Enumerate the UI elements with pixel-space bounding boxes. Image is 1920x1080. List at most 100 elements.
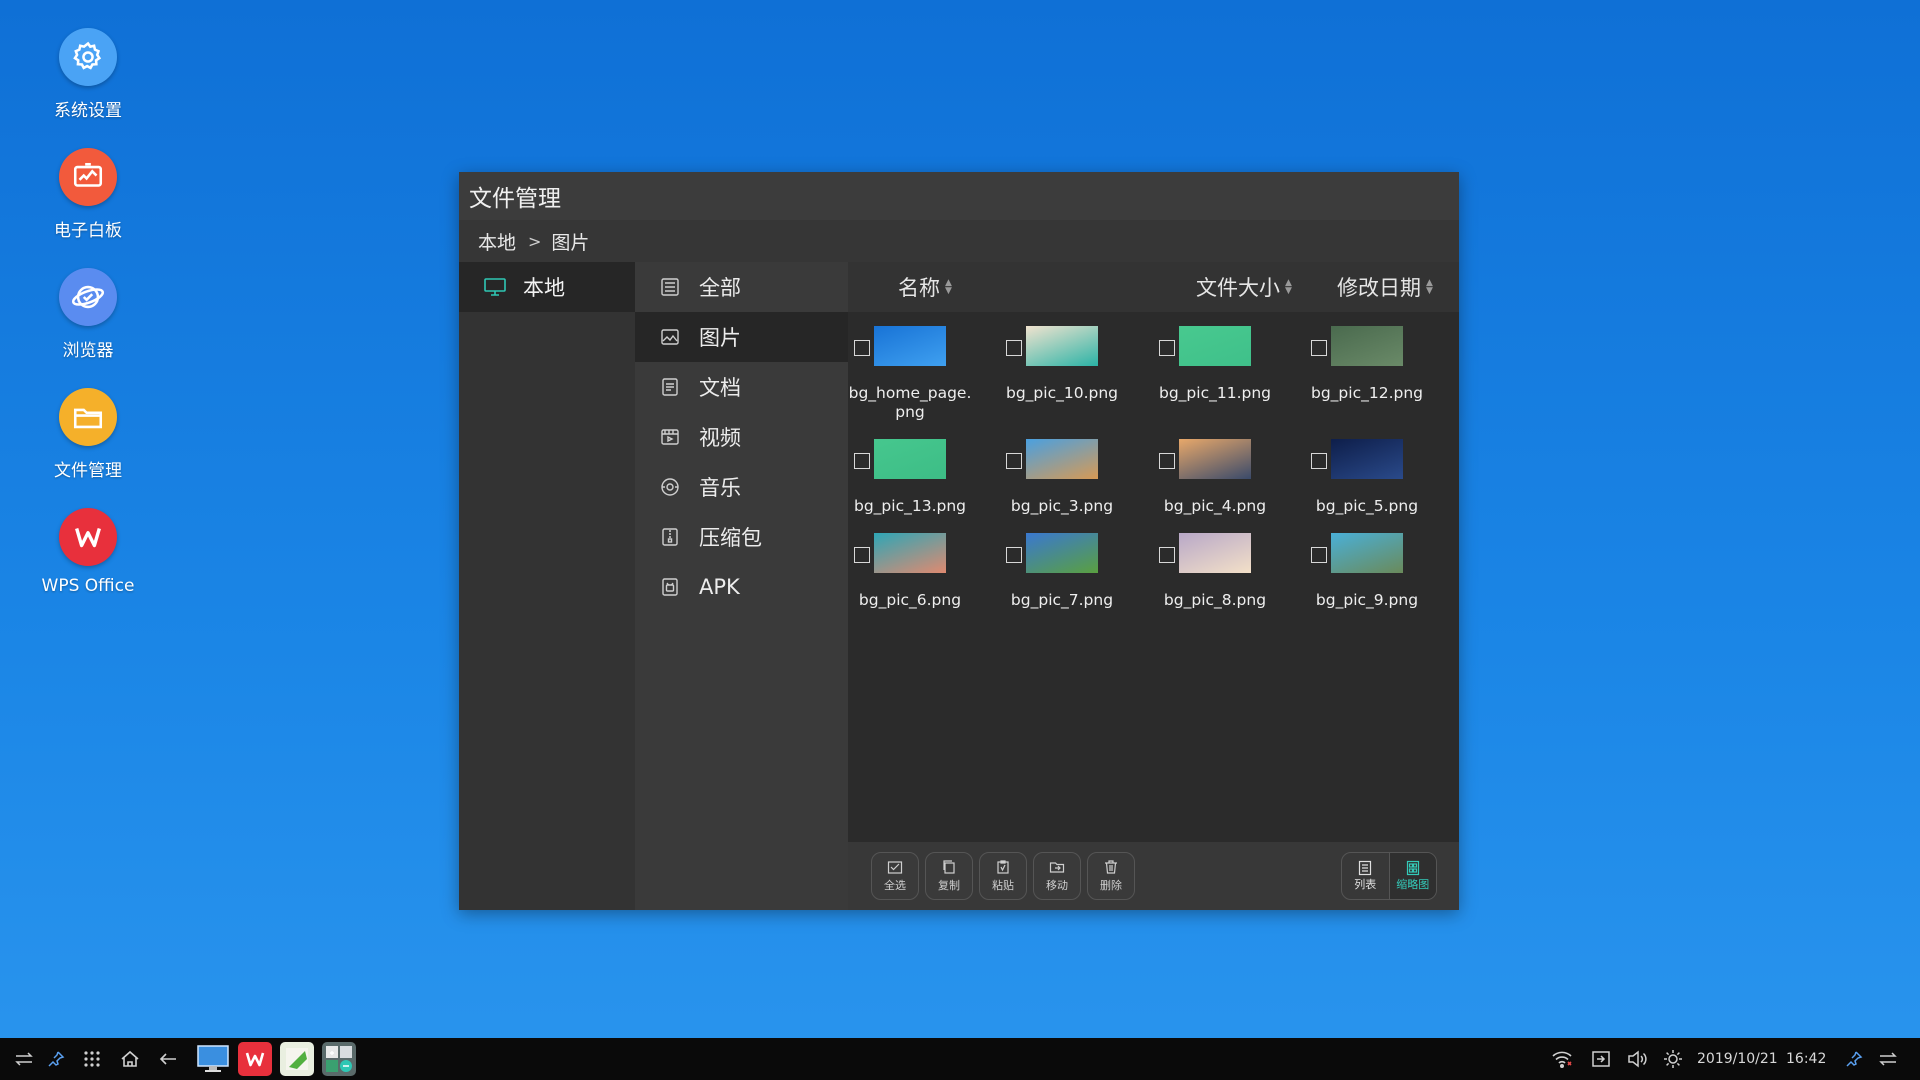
column-size-label: 文件大小 xyxy=(1196,276,1280,300)
paste-button[interactable]: 粘贴 xyxy=(979,852,1027,900)
desktop-item-settings[interactable]: 系统设置 xyxy=(40,28,136,148)
file-tile[interactable]: bg_pic_10.png xyxy=(1000,312,1152,412)
wifi-icon[interactable] xyxy=(1546,1038,1578,1080)
list-view-button[interactable]: 列表 xyxy=(1342,853,1389,899)
file-checkbox[interactable] xyxy=(1006,340,1022,356)
back-arrow-icon[interactable] xyxy=(152,1038,184,1080)
file-tile[interactable]: bg_pic_11.png xyxy=(1153,312,1305,412)
breadcrumb-root[interactable]: 本地 xyxy=(478,228,516,255)
file-name: bg_pic_3.png xyxy=(1010,497,1114,515)
time-text: 16:42 xyxy=(1786,1051,1827,1067)
file-checkbox[interactable] xyxy=(1311,340,1327,356)
window-title: 文件管理 xyxy=(469,186,561,212)
calculator-icon[interactable] xyxy=(322,1042,356,1076)
column-date-header[interactable]: 修改日期 ▲ ▼ xyxy=(1337,262,1433,312)
file-thumbnail xyxy=(1179,439,1251,479)
apk-icon xyxy=(659,576,681,598)
swap-arrows-icon[interactable] xyxy=(8,1038,40,1080)
file-tile[interactable]: bg_pic_13.png xyxy=(848,425,1000,525)
location-item-local[interactable]: 本地 xyxy=(459,262,635,312)
move-button[interactable]: 移动 xyxy=(1033,852,1081,900)
desktop-item-browser[interactable]: 浏览器 xyxy=(40,268,136,388)
desktop-item-file-manager[interactable]: 文件管理 xyxy=(40,388,136,508)
desktop-label: 文件管理 xyxy=(54,461,122,481)
file-checkbox[interactable] xyxy=(1006,453,1022,469)
delete-button[interactable]: 删除 xyxy=(1087,852,1135,900)
file-panel: 名称 ▲ ▼ 文件大小 ▲ ▼ 修改日期 ▲ ▼ bg_home_page.png xyxy=(848,262,1459,910)
document-icon xyxy=(659,376,681,398)
desktop-label: 电子白板 xyxy=(54,221,122,241)
category-all[interactable]: 全部 xyxy=(635,262,848,312)
monitor-icon xyxy=(484,278,506,296)
sort-icon: ▲ ▼ xyxy=(1285,278,1292,296)
category-images[interactable]: 图片 xyxy=(635,312,848,362)
file-name: bg_pic_6.png xyxy=(858,591,962,609)
column-date-label: 修改日期 xyxy=(1337,276,1421,300)
category-music[interactable]: 音乐 xyxy=(635,462,848,512)
pin-icon[interactable] xyxy=(1838,1038,1870,1080)
file-tile[interactable]: bg_pic_12.png xyxy=(1305,312,1457,412)
whiteboard-app-icon[interactable] xyxy=(280,1042,314,1076)
copy-button[interactable]: 复制 xyxy=(925,852,973,900)
wps-icon[interactable] xyxy=(238,1042,272,1076)
category-archives[interactable]: 压缩包 xyxy=(635,512,848,562)
taskbar: 2019/10/21 16:42 xyxy=(0,1038,1920,1080)
location-label: 本地 xyxy=(523,276,565,300)
swap-arrows-icon[interactable] xyxy=(1872,1038,1904,1080)
category-label: 全部 xyxy=(699,276,741,300)
category-documents[interactable]: 文档 xyxy=(635,362,848,412)
file-checkbox[interactable] xyxy=(1311,547,1327,563)
file-tile[interactable]: bg_pic_3.png xyxy=(1000,425,1152,525)
sort-icon: ▲ ▼ xyxy=(945,278,952,296)
file-checkbox[interactable] xyxy=(1159,340,1175,356)
input-source-icon[interactable] xyxy=(1585,1038,1617,1080)
file-checkbox[interactable] xyxy=(854,547,870,563)
browser-icon xyxy=(59,268,117,326)
file-checkbox[interactable] xyxy=(1159,547,1175,563)
file-checkbox[interactable] xyxy=(1006,547,1022,563)
file-tile[interactable]: bg_home_page.png xyxy=(848,312,1000,421)
pin-icon[interactable] xyxy=(40,1038,72,1080)
file-tile[interactable]: bg_pic_9.png xyxy=(1305,519,1457,619)
gear-icon xyxy=(59,28,117,86)
view-mode-switch: 列表 缩略图 xyxy=(1341,852,1437,900)
file-tile[interactable]: bg_pic_8.png xyxy=(1153,519,1305,619)
file-manager-taskbar-icon[interactable] xyxy=(196,1042,230,1076)
file-name: bg_pic_4.png xyxy=(1163,497,1267,515)
category-videos[interactable]: 视频 xyxy=(635,412,848,462)
category-apk[interactable]: APK xyxy=(635,562,848,612)
desktop-icons: 系统设置 电子白板 浏览器 文件管理 WPS Office xyxy=(40,28,136,628)
file-tile[interactable]: bg_pic_7.png xyxy=(1000,519,1152,619)
desktop-item-wps-office[interactable]: WPS Office xyxy=(40,508,136,628)
breadcrumb-current[interactable]: 图片 xyxy=(551,228,589,255)
file-checkbox[interactable] xyxy=(1311,453,1327,469)
thumbnail-view-button[interactable]: 缩略图 xyxy=(1388,853,1436,899)
delete-label: 删除 xyxy=(1100,879,1122,892)
column-size-header[interactable]: 文件大小 ▲ ▼ xyxy=(1196,262,1292,312)
desktop-item-whiteboard[interactable]: 电子白板 xyxy=(40,148,136,268)
file-checkbox[interactable] xyxy=(1159,453,1175,469)
file-checkbox[interactable] xyxy=(854,453,870,469)
column-name-header[interactable]: 名称 ▲ ▼ xyxy=(898,262,952,312)
select-all-button[interactable]: 全选 xyxy=(871,852,919,900)
move-icon xyxy=(1049,862,1065,873)
app-grid-icon[interactable] xyxy=(76,1038,108,1080)
file-thumbnail xyxy=(874,533,946,573)
file-tile[interactable]: bg_pic_5.png xyxy=(1305,425,1457,525)
delete-icon xyxy=(1105,860,1117,874)
file-name: bg_pic_13.png xyxy=(854,497,966,515)
file-tile[interactable]: bg_pic_4.png xyxy=(1153,425,1305,525)
home-icon[interactable] xyxy=(114,1038,146,1080)
category-label: 视频 xyxy=(699,426,741,450)
file-name: bg_pic_5.png xyxy=(1315,497,1419,515)
image-icon xyxy=(659,326,681,348)
file-tile[interactable]: bg_pic_6.png xyxy=(848,519,1000,619)
column-name-label: 名称 xyxy=(898,276,940,300)
file-thumbnail xyxy=(1179,533,1251,573)
category-label: 文档 xyxy=(699,376,741,400)
list-view-label: 列表 xyxy=(1354,878,1377,891)
file-checkbox[interactable] xyxy=(854,340,870,356)
volume-icon[interactable] xyxy=(1622,1038,1654,1080)
brightness-icon[interactable] xyxy=(1657,1038,1689,1080)
window-titlebar[interactable]: 文件管理 xyxy=(459,172,1459,220)
